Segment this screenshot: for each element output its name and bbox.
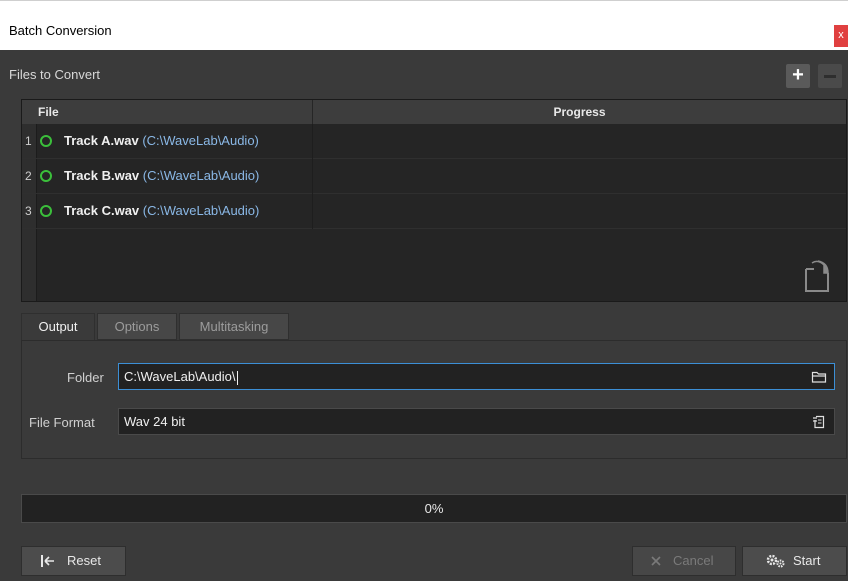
window-title: Batch Conversion [9, 23, 112, 38]
column-header-progress[interactable]: Progress [313, 100, 846, 124]
cell-divider [312, 194, 313, 229]
cell-divider [312, 159, 313, 194]
cancel-label: Cancel [673, 553, 714, 568]
close-icon [651, 556, 661, 566]
file-format-value: Wav 24 bit [124, 414, 185, 429]
cell-divider [312, 124, 313, 159]
start-label: Start [793, 553, 821, 568]
file-name: Track A.wav (C:\WaveLab\Audio) [64, 133, 259, 148]
status-circle-icon [40, 135, 52, 147]
cancel-button[interactable]: Cancel [632, 546, 736, 576]
table-row[interactable]: 2 Track B.wav (C:\WaveLab\Audio) [22, 159, 846, 194]
title-bar: Batch Conversion x [0, 0, 848, 50]
files-table: File Progress 1 Track A.wav (C:\WaveLab\… [21, 99, 847, 302]
reset-button[interactable]: Reset [21, 546, 126, 576]
format-settings-icon[interactable] [811, 414, 827, 430]
file-name-text: Track C.wav [64, 203, 140, 218]
reset-icon [41, 555, 54, 567]
gears-icon [766, 554, 785, 568]
tab-options[interactable]: Options [97, 313, 177, 340]
progress-text: 0% [424, 501, 444, 516]
tab-output[interactable]: Output [21, 313, 95, 341]
table-row[interactable]: 1 Track A.wav (C:\WaveLab\Audio) [22, 124, 846, 159]
folder-field[interactable]: C:\WaveLab\Audio\ [118, 363, 835, 390]
file-path: (C:\WaveLab\Audio) [142, 203, 260, 218]
start-button[interactable]: Start [742, 546, 847, 576]
file-name-text: Track A.wav [64, 133, 139, 148]
folder-icon[interactable] [811, 369, 827, 385]
file-name: Track B.wav (C:\WaveLab\Audio) [64, 168, 259, 183]
row-number: 1 [25, 134, 32, 148]
minus-icon [824, 75, 836, 78]
reset-label: Reset [67, 553, 101, 568]
file-path: (C:\WaveLab\Audio) [142, 133, 259, 148]
row-number: 3 [25, 204, 32, 218]
file-format-label: File Format [29, 415, 95, 430]
plus-icon: + [792, 64, 804, 86]
row-number: 2 [25, 169, 32, 183]
output-panel: Folder C:\WaveLab\Audio\ File Format Wav… [21, 340, 847, 459]
text-caret [236, 370, 238, 385]
file-path: (C:\WaveLab\Audio) [142, 168, 260, 183]
folder-value: C:\WaveLab\Audio\ [124, 369, 236, 384]
close-button[interactable]: x [834, 25, 848, 47]
table-row[interactable]: 3 Track C.wav (C:\WaveLab\Audio) [22, 194, 846, 229]
add-document-icon[interactable] [802, 257, 832, 293]
tab-multitasking[interactable]: Multitasking [179, 313, 289, 340]
status-circle-icon [40, 170, 52, 182]
add-files-button[interactable]: + [786, 64, 810, 88]
status-circle-icon [40, 205, 52, 217]
files-section-label: Files to Convert [9, 67, 101, 82]
file-name: Track C.wav (C:\WaveLab\Audio) [64, 203, 259, 218]
folder-label: Folder [67, 370, 104, 385]
files-table-header: File Progress [22, 100, 846, 124]
file-name-text: Track B.wav [64, 168, 140, 183]
column-header-file[interactable]: File [38, 100, 59, 124]
file-format-field[interactable]: Wav 24 bit [118, 408, 835, 435]
remove-files-button[interactable] [818, 64, 842, 88]
progress-bar: 0% [21, 494, 847, 523]
